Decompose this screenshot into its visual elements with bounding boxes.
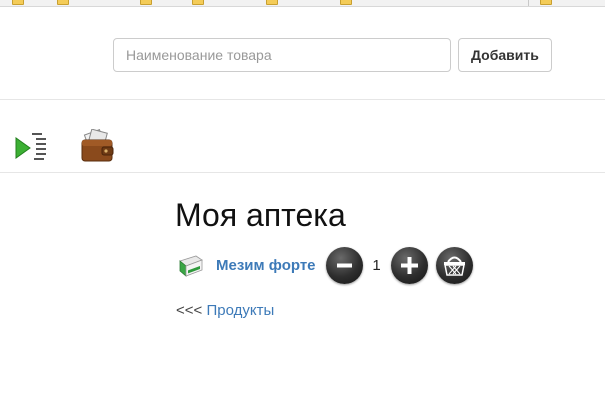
add-button[interactable]: Добавить <box>458 38 552 72</box>
product-name-input[interactable] <box>113 38 451 72</box>
wallet-icon[interactable] <box>80 128 114 163</box>
basket-icon <box>443 256 465 276</box>
increase-quantity-button[interactable] <box>390 246 428 284</box>
bookmark-folder-icon[interactable] <box>540 0 552 5</box>
back-navigation: <<< Продукты <box>176 302 274 319</box>
bookmark-folder-icon[interactable] <box>266 0 278 5</box>
minus-icon <box>336 263 352 267</box>
bookmarks-separator <box>528 0 529 6</box>
medicine-box-icon <box>178 252 204 278</box>
decrease-quantity-button[interactable] <box>325 246 363 284</box>
quantity-value: 1 <box>372 256 381 274</box>
plus-icon <box>400 256 418 274</box>
cart-item-row: Мезим форте 1 <box>178 246 473 284</box>
bookmark-folder-icon[interactable] <box>192 0 204 5</box>
bookmark-folder-icon[interactable] <box>340 0 352 5</box>
divider <box>0 99 605 100</box>
products-link[interactable]: Продукты <box>206 302 274 319</box>
bookmark-folder-icon[interactable] <box>140 0 152 5</box>
bookmark-folder-icon[interactable] <box>57 0 69 5</box>
play-list-icon[interactable] <box>14 133 48 161</box>
bookmarks-bar <box>0 0 605 7</box>
bookmark-folder-icon[interactable] <box>12 0 24 5</box>
add-product-form: Добавить <box>113 38 552 72</box>
product-link[interactable]: Мезим форте <box>216 257 316 274</box>
page-title: Моя аптека <box>175 197 346 233</box>
remove-from-basket-button[interactable] <box>435 246 473 284</box>
divider <box>0 172 605 173</box>
back-arrows: <<< <box>176 302 203 319</box>
